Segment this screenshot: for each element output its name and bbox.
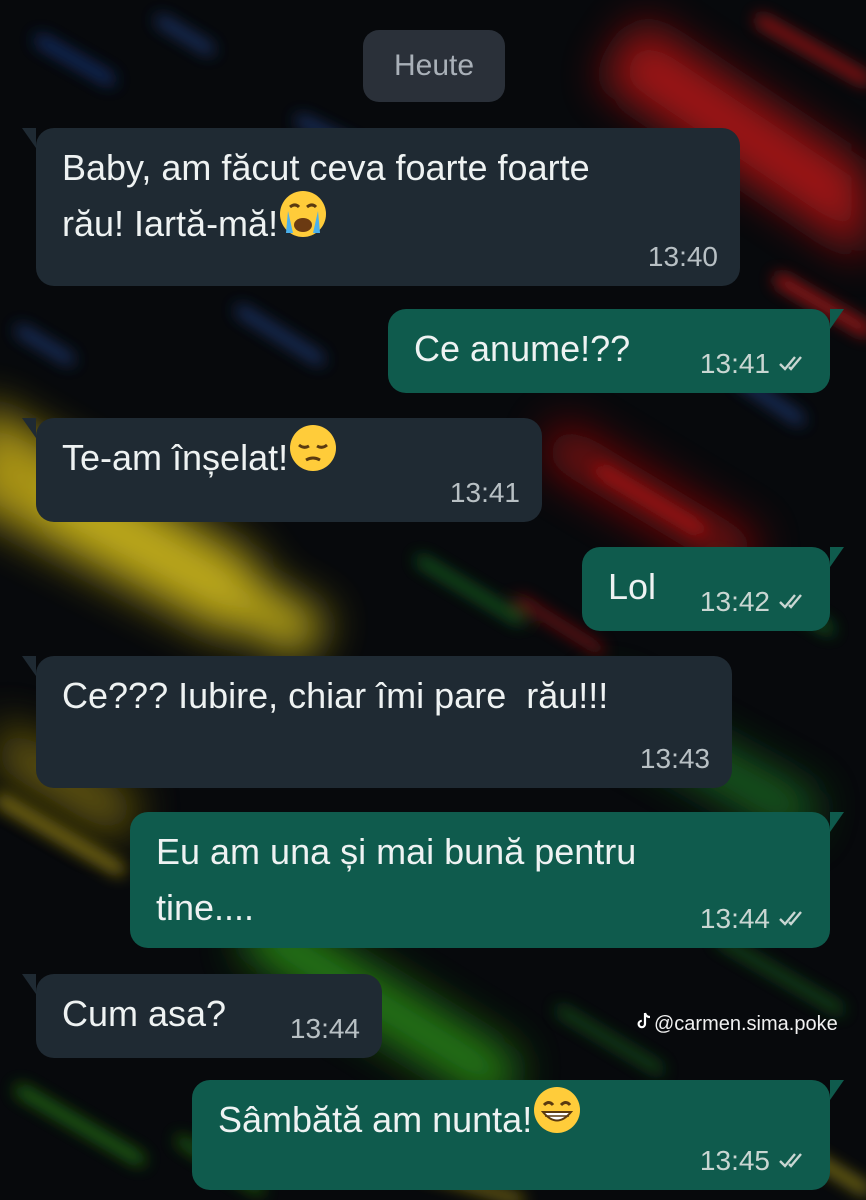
message-text: Sâmbătă am nunta! [218, 1087, 806, 1151]
crying-face-icon [278, 189, 328, 255]
message-bubble-incoming[interactable]: Cum asa? 13:44 [22, 974, 382, 1058]
message-time: 13:44 [699, 903, 770, 934]
double-check-icon [778, 587, 808, 617]
double-check-icon [778, 904, 808, 934]
message-text: Baby, am făcut ceva foarte foarte rău! I… [62, 140, 716, 255]
message-bubble-incoming[interactable]: Baby, am făcut ceva foarte foarte rău! I… [22, 128, 740, 286]
grinning-face-icon [532, 1085, 582, 1151]
message-meta: 13:43 [640, 744, 710, 774]
message-meta: 13:40 [648, 242, 718, 272]
message-meta: 13:44 [700, 904, 808, 934]
message-time: 13:41 [699, 348, 770, 379]
pensive-face-icon [288, 423, 338, 489]
message-time: 13:43 [639, 743, 710, 774]
message-time: 13:42 [699, 586, 770, 617]
message-bubble-incoming[interactable]: Ce??? Iubire, chiar îmi pare rău!!! 13:4… [22, 656, 732, 788]
message-meta: 13:41 [700, 349, 808, 379]
message-time: 13:45 [699, 1145, 770, 1176]
message-meta: 13:44 [290, 1014, 360, 1044]
date-separator: Heute [363, 30, 505, 102]
message-text: Lol [608, 566, 657, 607]
message-meta: 13:41 [450, 478, 520, 508]
message-bubble-outgoing[interactable]: Ce anume!?? 13:41 [388, 309, 844, 393]
message-time: 13:44 [289, 1013, 360, 1044]
message-time: 13:41 [449, 477, 520, 508]
message-meta: 13:45 [700, 1146, 808, 1176]
double-check-icon [778, 349, 808, 379]
message-bubble-outgoing[interactable]: Lol 13:42 [582, 547, 844, 631]
message-text: Ce anume!?? [414, 328, 631, 369]
watermark-handle: @carmen.sima.poke [654, 1012, 838, 1035]
message-time: 13:40 [647, 241, 718, 272]
message-bubble-outgoing[interactable]: Eu am una și mai bună pentru tine.... 13… [130, 812, 844, 948]
tiktok-watermark: @carmen.sima.poke [636, 1012, 838, 1036]
message-meta: 13:42 [700, 587, 808, 617]
message-text: Ce??? Iubire, chiar îmi pare rău!!! [62, 675, 609, 716]
message-bubble-incoming[interactable]: Te-am înșelat! 13:41 [22, 418, 542, 522]
message-bubble-outgoing[interactable]: Sâmbătă am nunta! 13:45 [192, 1080, 844, 1190]
message-text: Cum asa? [62, 993, 227, 1034]
double-check-icon [778, 1146, 808, 1176]
tiktok-icon [636, 1012, 652, 1036]
